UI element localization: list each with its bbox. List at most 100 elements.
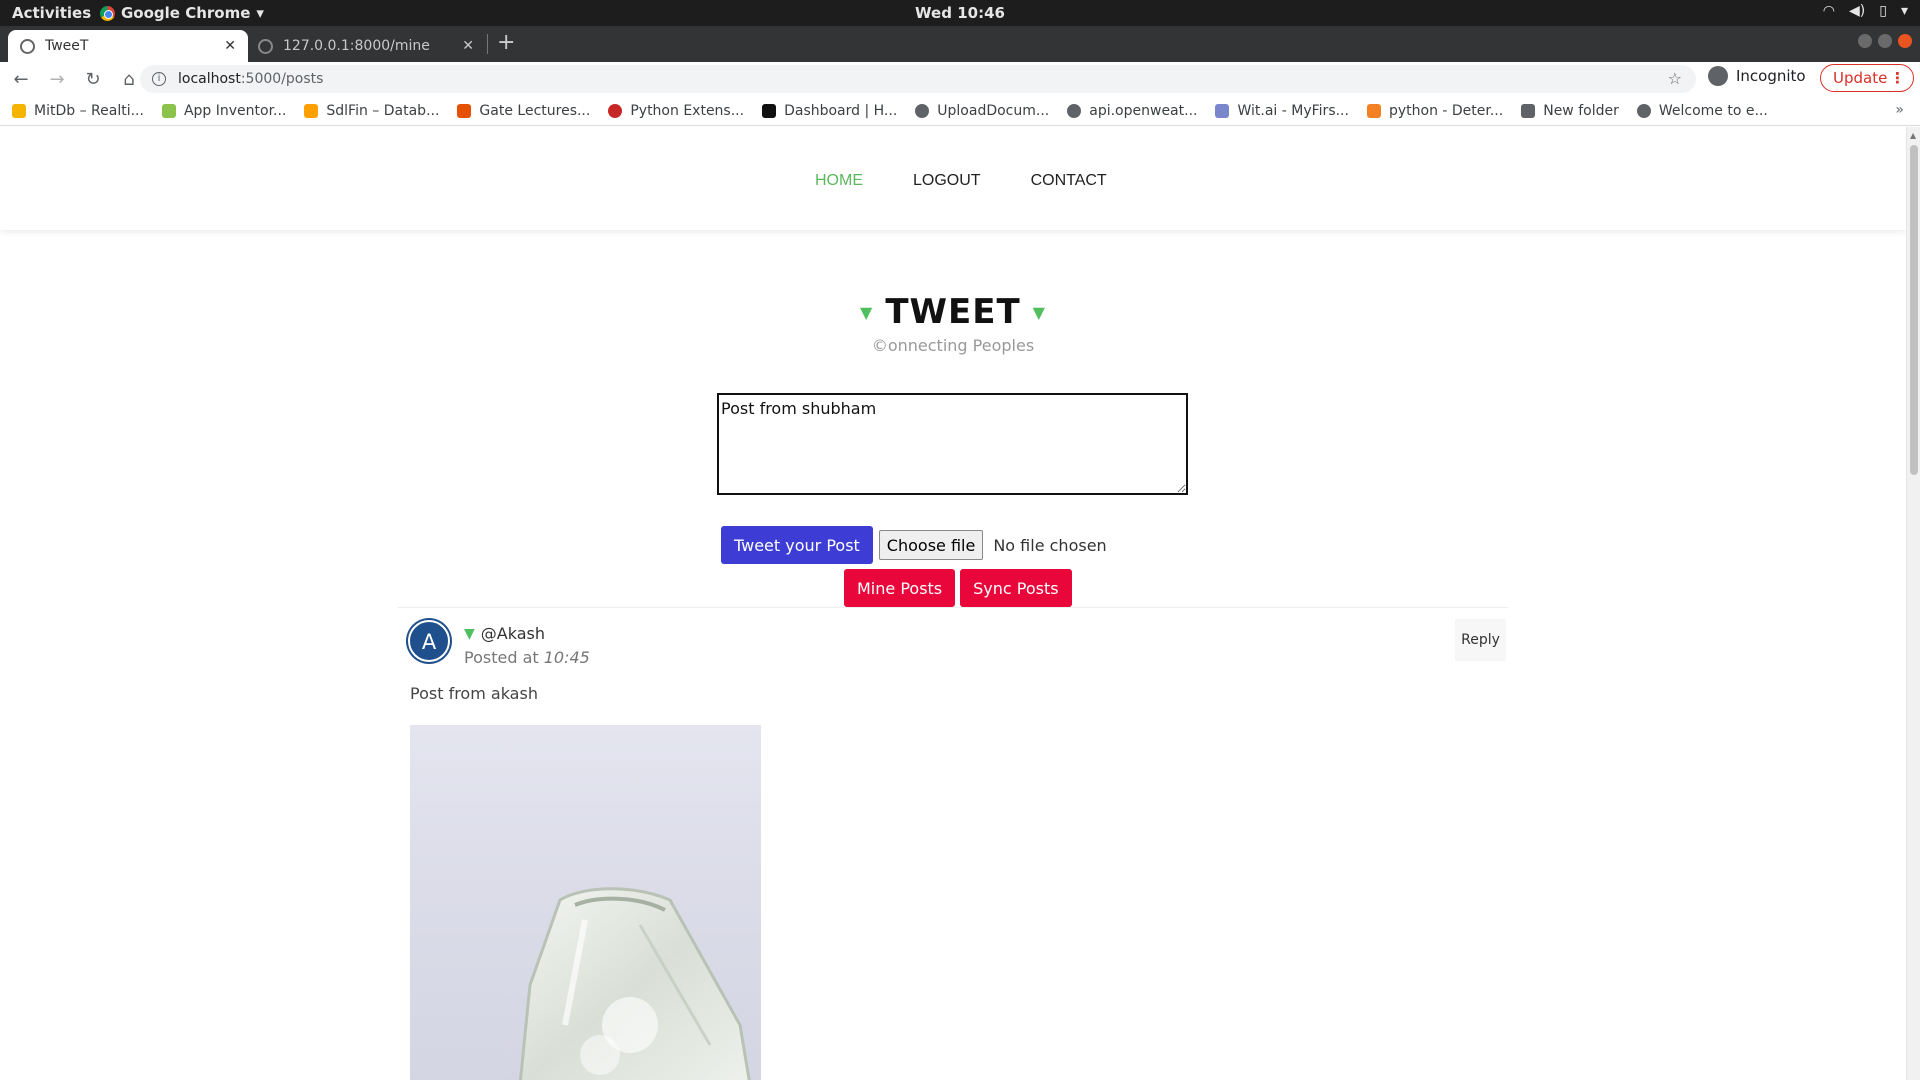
twitter-bird-icon: ▼ — [860, 302, 874, 322]
bookmarks-overflow-icon[interactable]: » — [1895, 102, 1904, 118]
bookmark-item[interactable]: Python Extens... — [608, 103, 744, 119]
tab-title: TweeT — [45, 38, 89, 54]
scrollbar-thumb[interactable] — [1910, 145, 1918, 475]
twitter-bird-icon: ▼ — [464, 625, 475, 642]
page-viewport: HOME LOGOUT CONTACT ▼ TWEET ▼ ©onnecting… — [0, 127, 1920, 1080]
posted-prefix: Posted at — [464, 648, 539, 667]
maximize-icon[interactable] — [1878, 34, 1892, 48]
brand-header: ▼ TWEET ▼ ©onnecting Peoples — [0, 292, 1906, 355]
system-tray[interactable]: ◠ ◀) ▯ ▾ — [1823, 3, 1908, 19]
info-icon[interactable]: i — [152, 72, 166, 86]
close-window-icon[interactable] — [1898, 34, 1912, 48]
bookmark-favicon-icon — [1636, 103, 1651, 118]
bookmark-label: Wit.ai - MyFirs... — [1237, 102, 1349, 119]
bookmark-item[interactable]: Gate Lectures... — [457, 103, 590, 119]
bookmark-item[interactable]: api.openweat... — [1067, 103, 1197, 119]
tab-strip: TweeT ✕ 127.0.0.1:8000/mine ✕ — [0, 26, 1920, 62]
choose-file-button[interactable]: Choose file — [878, 530, 984, 560]
post-timestamp: Posted at 10:45 — [464, 648, 590, 667]
bookmark-label: Dashboard | H... — [784, 102, 898, 119]
site-navbar: HOME LOGOUT CONTACT — [0, 127, 1906, 230]
bookmark-favicon-icon — [304, 103, 319, 118]
globe-icon — [20, 38, 35, 54]
tab-separator — [487, 34, 488, 54]
bookmark-label: python - Deter... — [1388, 102, 1504, 119]
post-image — [410, 725, 761, 1080]
bookmark-item[interactable]: Welcome to e... — [1636, 102, 1768, 119]
bookmark-favicon-icon — [915, 103, 930, 118]
bookmark-label: api.openweat... — [1089, 102, 1198, 119]
volume-icon: ◀) — [1849, 3, 1866, 19]
url-path: :5000/posts — [240, 71, 324, 87]
star-icon[interactable]: ☆ — [1668, 69, 1682, 88]
more-icon: ⋮ — [1890, 69, 1905, 87]
post-handle[interactable]: @Akash — [481, 624, 545, 643]
post-composer-textarea[interactable] — [717, 393, 1188, 495]
bookmark-label: App Inventor... — [183, 102, 287, 119]
posted-time: 10:45 — [543, 648, 590, 667]
bookmark-label: UploadDocum... — [937, 102, 1050, 119]
bookmark-label: Python Extens... — [630, 102, 745, 119]
folder-icon — [1521, 103, 1536, 118]
bookmark-label: Welcome to e... — [1658, 102, 1768, 119]
bookmark-item[interactable]: UploadDocum... — [915, 103, 1049, 119]
sync-posts-button[interactable]: Sync Posts — [960, 569, 1072, 607]
scroll-up-icon[interactable]: ▲ — [1910, 131, 1916, 140]
close-tab-icon[interactable]: ✕ — [462, 38, 474, 54]
incognito-label: Incognito — [1736, 67, 1806, 85]
bookmark-favicon-icon — [457, 103, 472, 118]
tweet-post-button[interactable]: Tweet your Post — [721, 526, 873, 564]
bookmark-item[interactable]: MitDb – Realti... — [12, 103, 144, 119]
battery-icon: ▯ — [1879, 3, 1887, 19]
composer-actions: Tweet your Post Choose file No file chos… — [721, 526, 1107, 564]
bookmarks-bar: MitDb – Realti... App Inventor... SdlFin… — [0, 96, 1920, 126]
mine-posts-button[interactable]: Mine Posts — [844, 569, 956, 607]
forward-icon[interactable]: → — [42, 69, 72, 90]
new-tab-button[interactable]: + — [497, 30, 515, 55]
nav-contact-link[interactable]: CONTACT — [1031, 172, 1107, 190]
tab-tweet[interactable]: TweeT ✕ — [8, 30, 248, 62]
page-scrollbar[interactable]: ▲ — [1906, 127, 1920, 1080]
reply-button[interactable]: Reply — [1455, 619, 1506, 661]
address-bar[interactable]: i localhost:5000/posts ☆ — [140, 65, 1696, 93]
globe-icon — [258, 38, 273, 54]
bookmark-favicon-icon — [762, 103, 777, 118]
bookmark-favicon-icon — [12, 103, 26, 118]
nav-home-link[interactable]: HOME — [815, 172, 863, 190]
bookmark-item[interactable]: Wit.ai - MyFirs... — [1215, 102, 1349, 119]
bookmark-item[interactable]: SdlFin – Datab... — [304, 103, 439, 119]
tagline: ©onnecting Peoples — [871, 336, 1035, 355]
bookmark-label: New folder — [1543, 102, 1619, 119]
post-author: ▼ @Akash — [464, 624, 545, 643]
tab-title: 127.0.0.1:8000/mine — [283, 38, 430, 54]
system-top-bar: Activities Google Chrome ▾ Wed 10:46 ◠ ◀… — [0, 0, 1920, 26]
close-tab-icon[interactable]: ✕ — [224, 38, 236, 54]
minimize-icon[interactable] — [1858, 34, 1872, 48]
wifi-icon: ◠ — [1822, 3, 1836, 19]
file-status-text: No file chosen — [993, 535, 1107, 555]
nav-logout-link[interactable]: LOGOUT — [913, 172, 981, 190]
glass-jar-photo — [518, 887, 751, 1080]
avatar[interactable]: A — [408, 620, 450, 662]
bookmark-favicon-icon — [1366, 103, 1381, 118]
update-label: Update — [1833, 69, 1888, 87]
incognito-indicator[interactable]: Incognito — [1708, 66, 1806, 86]
window-controls — [1858, 34, 1912, 48]
twitter-bird-icon: ▼ — [1032, 302, 1046, 322]
bookmark-favicon-icon — [1215, 103, 1230, 118]
bookmark-favicon-icon — [608, 103, 623, 118]
bookmark-item[interactable]: Dashboard | H... — [762, 103, 897, 119]
post-body: Post from akash — [410, 684, 538, 703]
url-host: localhost — [178, 71, 241, 87]
post-card: A ▼ @Akash Posted at 10:45 Reply Post fr… — [398, 608, 1508, 1080]
bookmark-item[interactable]: New folder — [1521, 103, 1619, 119]
update-button[interactable]: Update ⋮ — [1820, 64, 1914, 92]
back-icon[interactable]: ← — [6, 69, 36, 90]
tab-mine[interactable]: 127.0.0.1:8000/mine ✕ — [246, 30, 486, 62]
bookmark-label: Gate Lectures... — [479, 102, 591, 119]
bookmark-item[interactable]: python - Deter... — [1366, 102, 1504, 119]
page-title-text: TWEET — [885, 292, 1021, 332]
reload-icon[interactable]: ↻ — [78, 69, 108, 90]
bookmark-item[interactable]: App Inventor... — [161, 102, 287, 119]
clock[interactable]: Wed 10:46 — [0, 4, 1920, 22]
